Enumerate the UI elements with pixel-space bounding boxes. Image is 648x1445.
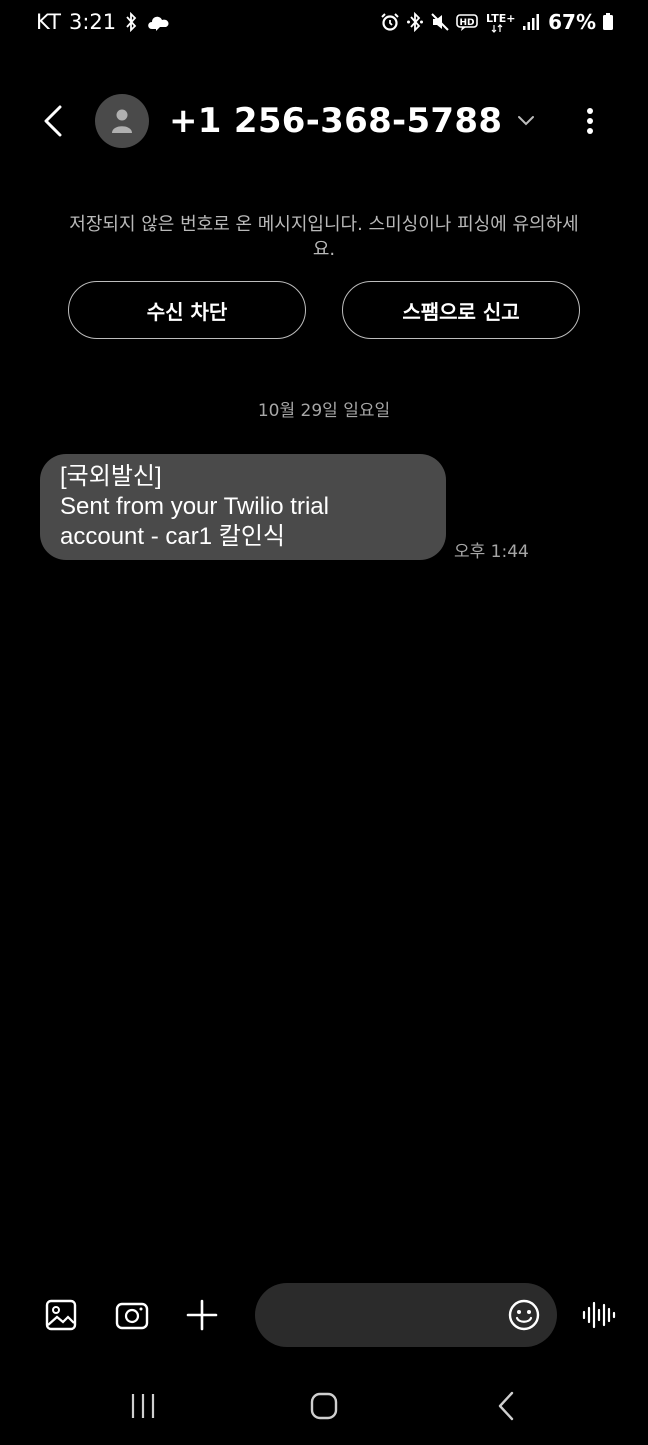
clock: 3:21 xyxy=(68,10,117,34)
message-composer xyxy=(0,1282,648,1348)
voice-icon xyxy=(582,1301,616,1329)
unknown-sender-warning: 저장되지 않은 번호로 온 메시지입니다. 스미싱이나 피싱에 유의하세요. xyxy=(69,214,579,260)
report-spam-button[interactable]: 스팸으로 신고 xyxy=(342,281,580,339)
chevron-left-icon xyxy=(44,105,62,137)
person-icon xyxy=(112,109,132,133)
add-attachment-button[interactable] xyxy=(183,1296,221,1334)
battery-percentage: 67% xyxy=(548,10,596,34)
back-icon xyxy=(498,1391,514,1421)
home-button[interactable] xyxy=(304,1388,344,1424)
contact-number: +1 256-368-5788 xyxy=(169,101,503,141)
message-line: [국외발신] xyxy=(60,463,162,490)
recents-icon xyxy=(131,1394,155,1418)
message-line: Sent from your Twilio trial xyxy=(60,493,329,520)
status-right: HD LTE+ 67% xyxy=(380,8,614,36)
message-line: account - car1 칼인식 xyxy=(60,523,285,550)
carrier-name: KT xyxy=(36,10,61,34)
cloud-icon xyxy=(146,12,172,32)
mute-icon xyxy=(430,12,450,32)
plus-icon xyxy=(186,1299,218,1331)
gallery-button[interactable] xyxy=(42,1296,80,1334)
block-number-button[interactable]: 수신 차단 xyxy=(68,281,306,339)
camera-icon xyxy=(115,1302,149,1330)
emoji-icon xyxy=(508,1299,540,1331)
date-divider: 10월 29일 일요일 xyxy=(257,401,391,421)
alarm-icon xyxy=(380,12,400,32)
bluetooth-icon xyxy=(406,12,424,32)
navigation-bar xyxy=(0,1376,648,1436)
home-icon xyxy=(310,1392,338,1420)
recents-button[interactable] xyxy=(123,1388,163,1424)
battery-icon xyxy=(602,12,614,32)
svg-text:HD: HD xyxy=(460,18,475,28)
status-bar: KT 3:21 HD LTE+ 67% xyxy=(0,0,648,44)
svg-text:LTE+: LTE+ xyxy=(486,12,515,25)
bluetooth-icon xyxy=(124,12,138,32)
message-timestamp: 오후 1:44 xyxy=(454,542,529,562)
more-vertical-icon xyxy=(587,108,593,134)
conversation-header: +1 256-368-5788 xyxy=(0,86,648,156)
more-options-button[interactable] xyxy=(578,103,602,139)
contact-avatar[interactable] xyxy=(95,94,149,148)
back-button[interactable] xyxy=(36,103,72,139)
voice-record-button[interactable] xyxy=(580,1296,618,1334)
signal-icon xyxy=(522,12,540,32)
message-bubble[interactable]: [국외발신] Sent from your Twilio trial accou… xyxy=(40,454,446,560)
hd-voice-icon: HD xyxy=(456,12,480,32)
camera-button[interactable] xyxy=(113,1296,151,1334)
chevron-down-icon xyxy=(518,116,535,126)
gallery-icon xyxy=(45,1299,77,1331)
status-left: KT 3:21 xyxy=(36,8,172,36)
lte-icon: LTE+ xyxy=(486,11,516,33)
contact-title[interactable]: +1 256-368-5788 xyxy=(169,98,536,144)
emoji-button[interactable] xyxy=(505,1296,543,1334)
nav-back-button[interactable] xyxy=(486,1388,526,1424)
